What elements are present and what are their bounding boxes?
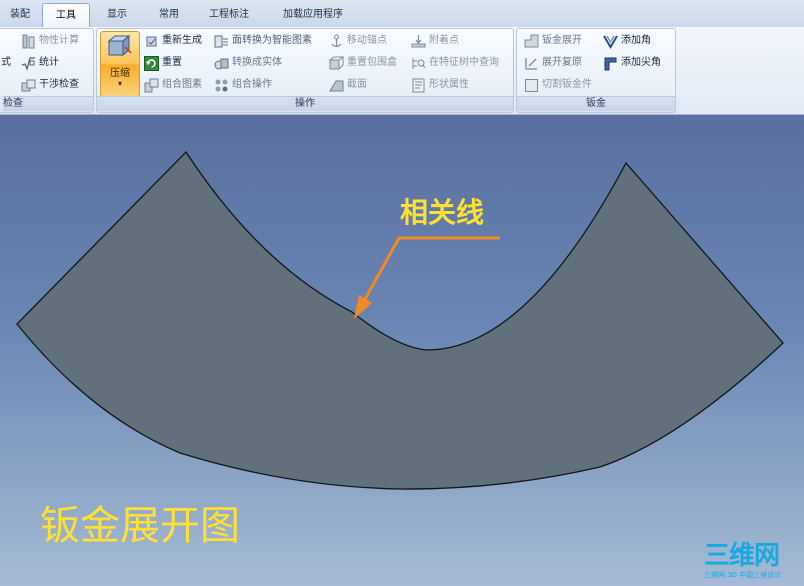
section-label: 截面 bbox=[347, 79, 367, 90]
move-anchor-label: 移动锚点 bbox=[347, 35, 387, 46]
group-shapes-icon bbox=[144, 78, 159, 93]
reset-bounding-box-label: 重置包围盒 bbox=[347, 57, 397, 68]
sheet-metal-unfold-label: 钣金展开 bbox=[542, 35, 582, 46]
bounding-box-icon bbox=[329, 56, 344, 71]
face-to-smart-shape-button[interactable]: 面转换为智能图素 bbox=[214, 32, 312, 50]
ribbon-panel: 式 物性计算 统计 干涉检查 检查 压缩 ▾ 重新生成 重置 组合图素 面转换为… bbox=[0, 27, 804, 115]
tab-engineering-annotation[interactable]: 工程标注 bbox=[196, 5, 262, 25]
add-sharp-corner-button[interactable]: 添加尖角 bbox=[603, 54, 661, 72]
group-sheet-metal-label: 钣金 bbox=[517, 96, 675, 111]
anchor-icon bbox=[329, 34, 344, 49]
reset-bounding-box-button[interactable]: 重置包围盒 bbox=[329, 54, 397, 72]
group-operations-label: 操作 bbox=[97, 96, 513, 111]
statistics-label: 统计 bbox=[39, 57, 59, 68]
refresh-icon bbox=[144, 55, 159, 71]
section-icon bbox=[329, 78, 344, 93]
tab-load-applications[interactable]: 加载应用程序 bbox=[268, 5, 358, 25]
watermark-logo: 三维网 三维网 3D 中国三维设计 bbox=[702, 537, 802, 583]
related-line-annotation: 相关线 bbox=[400, 196, 484, 229]
combine-operation-label: 组合操作 bbox=[232, 79, 272, 90]
reset-button[interactable]: 重置 bbox=[144, 54, 182, 72]
group-inspect-label: 检查 bbox=[3, 96, 93, 111]
suppress-label: 压缩 bbox=[110, 68, 130, 79]
interference-check-label: 干涉检查 bbox=[39, 79, 79, 90]
attach-point-icon bbox=[411, 34, 426, 49]
attach-point-button[interactable]: 附着点 bbox=[411, 32, 459, 50]
group-operations: 压缩 ▾ 重新生成 重置 组合图素 面转换为智能图素 转换成实体 组合操作 移动… bbox=[96, 28, 514, 113]
restore-icon bbox=[524, 56, 539, 71]
regenerate-icon bbox=[144, 34, 159, 49]
tab-display[interactable]: 显示 bbox=[94, 5, 140, 25]
reset-label: 重置 bbox=[162, 57, 182, 68]
group-sheet-metal: 钣金展开 展开复原 切割钣金件 添加角 添加尖角 钣金 bbox=[516, 28, 676, 113]
regenerate-label: 重新生成 bbox=[162, 35, 202, 46]
tab-common[interactable]: 常用 bbox=[144, 5, 194, 25]
interference-check-button[interactable]: 干涉检查 bbox=[21, 76, 79, 94]
tab-assembly[interactable]: 装配 bbox=[0, 5, 40, 25]
ribbon-tab-strip: 装配 工具 显示 常用 工程标注 加载应用程序 bbox=[0, 0, 804, 28]
convert-solid-icon bbox=[214, 56, 229, 71]
partial-command-label[interactable]: 式 bbox=[1, 54, 11, 72]
tree-search-icon bbox=[411, 56, 426, 71]
group-shapes-button[interactable]: 组合图素 bbox=[144, 76, 202, 94]
combine-operation-button[interactable]: 组合操作 bbox=[214, 76, 272, 94]
shape-properties-label: 形状属性 bbox=[429, 79, 469, 90]
group-inspect: 式 物性计算 统计 干涉检查 检查 bbox=[0, 28, 94, 113]
mass-properties-icon bbox=[21, 34, 36, 49]
watermark-tagline: 三维网 3D 中国三维设计 bbox=[704, 571, 782, 579]
annotation-arrow bbox=[354, 236, 500, 319]
convert-to-solid-button[interactable]: 转换成实体 bbox=[214, 54, 282, 72]
add-corner-button[interactable]: 添加角 bbox=[603, 32, 651, 50]
find-in-tree-label: 在特征树中查询 bbox=[429, 57, 499, 68]
section-button[interactable]: 截面 bbox=[329, 76, 367, 94]
viewport-caption: 钣金展开图 bbox=[40, 503, 240, 549]
move-anchor-button[interactable]: 移动锚点 bbox=[329, 32, 387, 50]
combine-icon bbox=[214, 78, 229, 93]
unfold-icon bbox=[524, 34, 539, 49]
sharp-corner-icon bbox=[603, 56, 618, 71]
interference-icon bbox=[21, 78, 36, 93]
mass-properties-label: 物性计算 bbox=[39, 35, 79, 46]
shape-properties-button[interactable]: 形状属性 bbox=[411, 76, 469, 94]
suppress-icon bbox=[107, 34, 133, 59]
properties-icon bbox=[411, 78, 426, 93]
watermark-brand: 三维网 bbox=[704, 541, 780, 571]
sheet-metal-unfold-button[interactable]: 钣金展开 bbox=[524, 32, 582, 50]
cut-sheet-metal-label: 切割钣金件 bbox=[542, 79, 592, 90]
add-sharp-corner-label: 添加尖角 bbox=[621, 57, 661, 68]
unfold-restore-button[interactable]: 展开复原 bbox=[524, 54, 582, 72]
regenerate-button[interactable]: 重新生成 bbox=[144, 32, 202, 50]
convert-to-solid-label: 转换成实体 bbox=[232, 57, 282, 68]
suppress-button[interactable]: 压缩 ▾ bbox=[100, 31, 140, 97]
face-to-smart-shape-label: 面转换为智能图素 bbox=[232, 35, 312, 46]
dropdown-arrow-icon: ▾ bbox=[117, 79, 122, 88]
cut-icon bbox=[524, 78, 539, 93]
unfold-restore-label: 展开复原 bbox=[542, 57, 582, 68]
find-in-tree-button[interactable]: 在特征树中查询 bbox=[411, 54, 499, 72]
add-corner-label: 添加角 bbox=[621, 35, 651, 46]
statistics-button[interactable]: 统计 bbox=[21, 54, 59, 72]
attach-point-label: 附着点 bbox=[429, 35, 459, 46]
tab-tools[interactable]: 工具 bbox=[42, 3, 90, 28]
design-viewport[interactable]: 相关线 钣金展开图 bbox=[0, 115, 804, 586]
sqrt-icon bbox=[21, 56, 36, 71]
add-corner-icon bbox=[603, 34, 618, 49]
application-window: 装配 工具 显示 常用 工程标注 加载应用程序 式 物性计算 统计 干涉检查 检… bbox=[0, 0, 804, 586]
face-convert-icon bbox=[214, 34, 229, 49]
viewport-canvas: 相关线 钣金展开图 bbox=[16, 150, 784, 549]
group-shapes-label: 组合图素 bbox=[162, 79, 202, 90]
mass-properties-button[interactable]: 物性计算 bbox=[21, 32, 79, 50]
cut-sheet-metal-button[interactable]: 切割钣金件 bbox=[524, 76, 592, 94]
